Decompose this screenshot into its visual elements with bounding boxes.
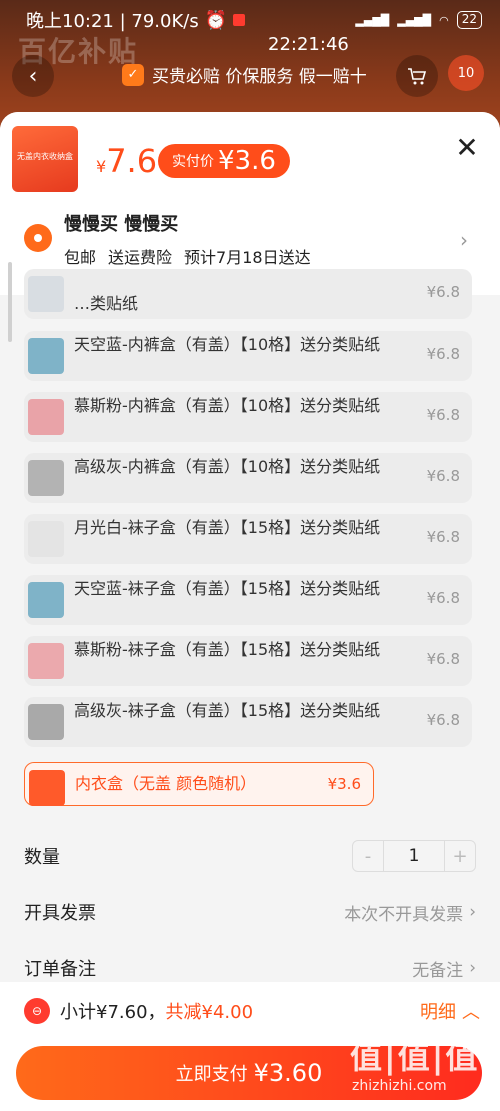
subtotal-text: 小计¥7.60， [60, 1002, 166, 1023]
signal-icon: ▂▄▆█ [355, 13, 390, 27]
address-name: 慢慢买 慢慢买 [64, 214, 179, 235]
option-price: ¥6.8 [426, 528, 460, 546]
option-label: 高级灰-袜子盒（有盖）【15格】送分类贴纸 [74, 701, 381, 720]
option-thumbnail [29, 770, 65, 806]
shipping-eta: 预计7月18日送达 [184, 248, 311, 267]
product-price: ¥ 7.6 [96, 142, 157, 180]
shipping-insurance: 送运费险 [108, 248, 173, 267]
detail-label: 明细 [420, 1002, 456, 1023]
option-thumbnail [28, 276, 64, 312]
battery-icon: 22 [456, 11, 482, 29]
option-thumbnail [28, 460, 64, 496]
option-price: ¥6.8 [426, 467, 460, 485]
watermark-logo: 值|值|值 [350, 1038, 480, 1076]
option-price: ¥6.8 [426, 345, 460, 363]
chevron-right-icon: › [460, 228, 468, 252]
invoice-label: 开具发票 [24, 903, 96, 924]
product-thumbnail: 无盖内衣收纳盒 [12, 126, 78, 192]
purchase-sheet: 无盖内衣收纳盒 ¥ 7.6 实付价 ¥3.6 ✕ 慢慢买 慢慢买 包邮 送运费险… [0, 112, 500, 1111]
wifi-icon: ◠ [439, 13, 449, 27]
cart-button[interactable] [396, 55, 438, 97]
option-thumbnail [28, 643, 64, 679]
option-item[interactable]: 高级灰-内裤盒（有盖）【10格】送分类贴纸 ¥6.8 [24, 453, 472, 503]
price-value: 7.6 [106, 142, 158, 180]
real-price-value: ¥3.6 [218, 146, 276, 176]
price-currency: ¥ [96, 157, 107, 176]
status-bar: 晚上10:21 | 79.0K/s ⏰ ▂▄▆█ ▂▄▆█ ◠ 22 [0, 0, 500, 40]
scroll-indicator[interactable] [8, 262, 12, 342]
option-price: ¥6.8 [426, 650, 460, 668]
chevron-up-icon: ︿ [462, 1002, 480, 1023]
chevron-right-icon: › [469, 902, 476, 922]
shipping-free: 包邮 [64, 248, 97, 267]
option-price: ¥6.8 [426, 589, 460, 607]
close-button[interactable]: ✕ [452, 130, 482, 164]
status-time-speed: 晚上10:21 | 79.0K/s [26, 11, 199, 32]
option-item[interactable]: 天空蓝-袜子盒（有盖）【15格】送分类贴纸 ¥6.8 [24, 575, 472, 625]
note-value: 无备注 [412, 960, 464, 981]
quantity-label: 数量 [24, 847, 60, 868]
real-price-badge: 实付价 ¥3.6 [158, 144, 290, 178]
note-label: 订单备注 [24, 959, 96, 980]
option-item[interactable]: 慕斯粉-内裤盒（有盖）【10格】送分类贴纸 ¥6.8 [24, 392, 472, 442]
close-icon: ✕ [455, 130, 479, 164]
location-pin-icon [24, 224, 52, 252]
option-item[interactable]: 天空蓝-内裤盒（有盖）【10格】送分类贴纸 ¥6.8 [24, 331, 472, 381]
shield-icon: ✓ [122, 63, 144, 86]
clock-overlay: 22:21:46 [268, 34, 349, 55]
option-thumbnail [28, 338, 64, 374]
real-price-label: 实付价 [172, 154, 214, 170]
pay-amount: ¥3.60 [253, 1059, 323, 1087]
option-label: …类贴纸 [74, 294, 139, 313]
watermark-url: zhizhizhi.com [352, 1078, 447, 1094]
alarm-icon: ⏰ [204, 9, 228, 31]
option-item[interactable]: 慕斯粉-袜子盒（有盖）【15格】送分类贴纸 ¥6.8 [24, 636, 472, 686]
chevron-left-icon: ‹ [28, 63, 38, 89]
saved-text: 共减¥4.00 [165, 1002, 254, 1023]
subtotal: ⊖ 小计¥7.60，共减¥4.00 [24, 998, 253, 1024]
coupon-icon: ⊖ [24, 998, 50, 1024]
cart-icon [408, 68, 427, 85]
guarantee-text: 买贵必赔 价保服务 假一赔十 [152, 67, 367, 87]
decrement-button[interactable]: - [353, 846, 383, 867]
sheet-header: 无盖内衣收纳盒 ¥ 7.6 实付价 ¥3.6 ✕ 慢慢买 慢慢买 包邮 送运费险… [0, 112, 500, 295]
quantity-stepper: - 1 + [352, 840, 476, 872]
option-price: ¥6.8 [426, 711, 460, 729]
option-item-selected[interactable]: 内衣盒（无盖 颜色随机） ¥3.6 [24, 762, 374, 806]
quantity-row: 数量 - 1 + [24, 836, 476, 876]
option-thumbnail [28, 582, 64, 618]
app-notification-icon [233, 14, 246, 26]
signal-icon-2: ▂▄▆█ [397, 13, 432, 27]
option-thumbnail [28, 521, 64, 557]
increment-button[interactable]: + [445, 846, 475, 867]
invoice-row[interactable]: 开具发票 本次不开具发票 › [24, 892, 476, 932]
cart-count-badge: 10 [448, 55, 484, 91]
option-label: 天空蓝-袜子盒（有盖）【15格】送分类贴纸 [74, 579, 381, 598]
option-item[interactable]: 月光白-袜子盒（有盖）【15格】送分类贴纸 ¥6.8 [24, 514, 472, 564]
shipping-info: 包邮 送运费险 预计7月18日送达 [64, 244, 311, 268]
option-price: ¥6.8 [426, 406, 460, 424]
option-label: 高级灰-内裤盒（有盖）【10格】送分类贴纸 [74, 457, 381, 476]
option-item[interactable]: …类贴纸 ¥6.8 [24, 269, 472, 319]
quantity-value[interactable]: 1 [383, 841, 445, 871]
option-thumbnail [28, 399, 64, 435]
option-label: 天空蓝-内裤盒（有盖）【10格】送分类贴纸 [74, 335, 381, 354]
option-price: ¥6.8 [426, 283, 460, 301]
option-price: ¥3.6 [327, 775, 361, 793]
option-label: 月光白-袜子盒（有盖）【15格】送分类贴纸 [74, 518, 381, 537]
option-item[interactable]: 高级灰-袜子盒（有盖）【15格】送分类贴纸 ¥6.8 [24, 697, 472, 747]
option-thumbnail [28, 704, 64, 740]
pay-label: 立即支付 [175, 1064, 248, 1085]
back-button[interactable]: ‹ [12, 55, 54, 97]
option-label: 慕斯粉-内裤盒（有盖）【10格】送分类贴纸 [74, 396, 381, 415]
guarantee-banner: ✓ 买贵必赔 价保服务 假一赔十 [122, 62, 367, 87]
option-label: 慕斯粉-袜子盒（有盖）【15格】送分类贴纸 [74, 640, 381, 659]
chevron-right-icon: › [469, 958, 476, 978]
invoice-value: 本次不开具发票 [344, 904, 464, 925]
detail-toggle[interactable]: 明细 ︿ [420, 998, 480, 1024]
